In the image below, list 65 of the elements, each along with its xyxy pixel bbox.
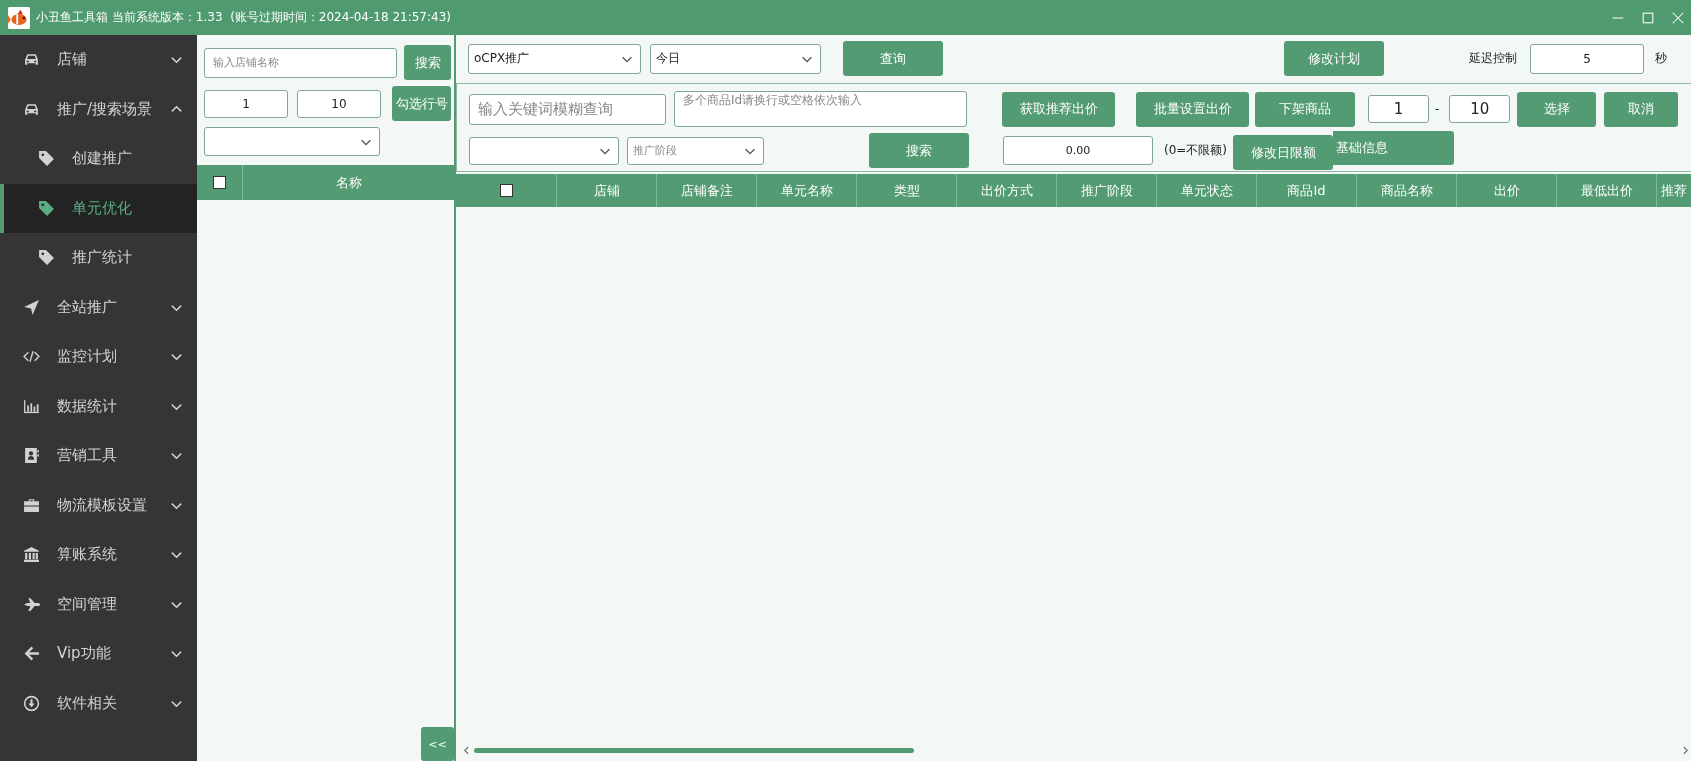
contact-book-icon [23,447,40,465]
column-header: 推荐 [1660,181,1688,200]
seconds-label: 秒 [1655,50,1667,67]
download-icon [23,694,40,712]
scroll-left-icon[interactable] [462,745,471,755]
scrollbar-thumb[interactable] [474,747,914,753]
column-header: 最低出价 [1557,174,1657,207]
budget-hint: (0=不限额) [1164,142,1228,159]
column-header: 出价 [1457,174,1557,207]
row-from-field[interactable]: 1 [204,89,288,118]
row-to-field[interactable]: 10 [297,89,381,118]
delay-field[interactable]: 5 [1530,43,1644,74]
column-header: 单元名称 [757,174,857,207]
sidebar-item[interactable]: 软件相关 [0,678,197,728]
sidebar-item[interactable]: 物流模板设置 [0,480,197,530]
column-header: 商品名称 [1357,174,1457,207]
column-header: 推广阶段 [1057,174,1157,207]
tag-icon [38,150,55,168]
range-from-field[interactable]: 1 [1368,95,1429,123]
checkbox[interactable] [213,176,226,189]
dropdown[interactable]: 今日 [650,43,821,74]
product-ids-field[interactable]: 多个商品Id请换行或空格依次输入 [674,91,967,127]
sidebar-item[interactable]: 推广/搜索场景 [0,84,197,134]
plane-icon [23,595,40,613]
search-field[interactable]: 输入店铺名称 [204,47,397,78]
tag-icon [38,199,55,217]
dropdown[interactable]: oCPX推广 [468,43,641,74]
briefcase-icon [23,496,40,514]
range-to-field[interactable]: 10 [1449,95,1511,123]
sidebar-item[interactable]: 营销工具 [0,431,197,481]
maximize-icon[interactable] [1641,10,1655,25]
column-header: 店铺备注 [657,174,757,207]
checkbox[interactable] [499,184,513,197]
column-header: 单元状态 [1157,174,1257,207]
sidebar-item[interactable]: 推广统计 [0,233,197,283]
bank-icon [23,546,40,564]
fish-logo-icon [8,6,30,29]
dropdown[interactable]: 推广阶段 [627,136,764,165]
sidebar-item[interactable]: 单元优化 [0,183,197,233]
sidebar-item[interactable]: 监控计划 [0,332,197,382]
sidebar-item[interactable]: 创建推广 [0,134,197,184]
sidebar-item[interactable]: 算账系统 [0,530,197,580]
scroll-right-icon[interactable] [1681,745,1690,755]
sidebar-item[interactable]: 空间管理 [0,579,197,629]
column-header: 名称 [334,173,363,192]
column-header: 商品Id [1257,174,1357,207]
sidebar-item[interactable]: 店铺 [0,35,197,85]
location-arrow-icon [23,298,40,316]
tag-icon [38,249,55,267]
budget-field[interactable]: 0.00 [1003,136,1153,165]
column-header: 出价方式 [957,174,1057,207]
bar-chart-icon [23,397,40,415]
sidebar-item[interactable]: 数据统计 [0,381,197,431]
arrow-left-icon [23,645,40,663]
sidebar-item[interactable]: 全站推广 [0,282,197,332]
keyword-field[interactable]: 输入关键词模糊查询 [469,93,666,125]
close-icon[interactable] [1671,10,1685,25]
sidebar-item[interactable]: Vip功能 [0,629,197,679]
window-title: 小丑鱼工具箱 当前系统版本：1.33 (账号过期时间：2024-04-18 21:57:43) [36,9,452,26]
delay-label: 延迟控制 [1469,50,1517,67]
range-separator: - [1435,102,1440,116]
dropdown[interactable] [469,136,619,165]
column-header: 类型 [857,174,957,207]
column-header: 店铺 [557,174,657,207]
dropdown[interactable] [204,127,380,156]
